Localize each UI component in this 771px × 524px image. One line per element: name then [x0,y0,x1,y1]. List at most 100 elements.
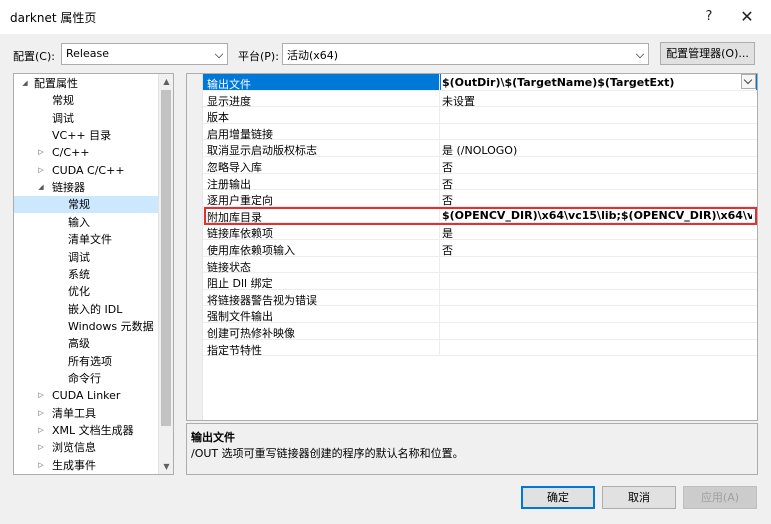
tree-item[interactable]: ▷ C/C++ [14,144,160,161]
help-button[interactable]: ? [698,7,720,27]
expand-arrow-icon[interactable]: ▷ [36,387,46,404]
config-manager-button[interactable]: 配置管理器(O)... [660,42,755,65]
description-text: /OUT 选项可重写链接器创建的程序的默认名称和位置。 [191,447,464,460]
platform-select[interactable]: 活动(x64) [282,43,649,65]
tree-item[interactable]: 清单文件 [14,231,160,248]
apply-button[interactable]: 应用(A) [683,486,757,509]
column-divider [439,190,440,206]
property-value[interactable]: 是 [442,225,752,241]
property-row[interactable]: 阻止 Dll 绑定 [203,273,757,290]
property-row[interactable]: 链接库依赖项 是 [203,223,757,240]
tree-item[interactable]: 高级 [14,335,160,352]
tree-item[interactable]: ▷ 生成事件 [14,457,160,474]
tree-item-label: 链接器 [52,181,85,195]
collapse-arrow-icon[interactable]: ◢ [20,75,30,92]
property-value[interactable]: $(OutDir)\$(TargetName)$(TargetExt) [441,74,756,90]
column-divider [439,107,440,123]
tree-item[interactable]: 嵌入的 IDL [14,301,160,318]
property-row[interactable]: 使用库依赖项输入 否 [203,240,757,257]
tree-item[interactable]: 优化 [14,283,160,300]
tree-item-label: 嵌入的 IDL [68,302,123,316]
tree-item[interactable]: ▷ CUDA Linker [14,387,160,404]
property-name: 使用库依赖项输入 [207,244,295,257]
property-name: 链接库依赖项 [207,227,273,241]
property-name: 注册输出 [207,177,251,191]
property-row[interactable]: 显示进度 未设置 [203,90,757,109]
property-row[interactable]: 附加库目录 $(OPENCV_DIR)\x64\vc15\lib;$(OPENCV… [203,206,757,224]
tree-item[interactable]: 输入 [14,214,160,231]
property-name: 版本 [207,111,229,125]
property-grid[interactable]: 输出文件 $(OutDir)\$(TargetName)$(TargetExt) 显… [186,73,758,421]
tree-item[interactable]: ▷ 清单工具 [14,405,160,422]
tree-item-label: 配置属性 [34,77,78,90]
tree-item[interactable]: 命令行 [14,370,160,387]
property-row[interactable]: 将链接器警告视为错误 [203,289,757,307]
tree-item[interactable]: ▷ 浏览信息 [14,439,160,456]
tree-item-label: 系统 [68,267,90,281]
scroll-up-icon[interactable]: ▲ [159,74,173,89]
property-row[interactable]: 链接状态 [203,256,757,274]
tree-item[interactable]: Windows 元数据 [14,318,160,335]
property-value[interactable]: $(OPENCV_DIR)\x64\vc15\lib;$(OPENCV_DIR)… [442,209,752,222]
collapse-arrow-icon[interactable]: ◢ [36,179,46,196]
scroll-down-icon[interactable]: ▼ [159,459,173,474]
tree-item[interactable]: 所有选项 [14,353,160,370]
config-select[interactable]: Release [61,43,228,65]
tree-item[interactable]: 系统 [14,266,160,283]
tree-scrollbar[interactable]: ▲ ▼ [158,74,173,474]
tree-item[interactable]: 调试 [14,249,160,266]
ok-button[interactable]: 确定 [521,486,595,509]
expand-arrow-icon[interactable]: ▷ [36,405,46,422]
property-name: 启用增量链接 [207,127,273,141]
expand-arrow-icon[interactable]: ▷ [36,162,46,179]
property-row[interactable]: 启用增量链接 [203,123,757,141]
tree-item[interactable]: ▷ XML 文档生成器 [14,422,160,439]
property-row[interactable]: 输出文件 $(OutDir)\$(TargetName)$(TargetExt) [203,74,757,91]
column-divider [439,306,440,322]
chevron-down-icon [214,49,224,59]
config-label: 配置(C): [13,50,55,63]
column-divider [439,289,440,306]
expand-arrow-icon[interactable]: ▷ [36,422,46,439]
tree-item-label: VC++ 目录 [52,129,112,143]
scroll-thumb[interactable] [161,90,171,426]
column-divider [439,223,440,239]
tree-item-label: 浏览信息 [52,441,96,455]
property-row[interactable]: 注册输出 否 [203,173,757,192]
tree-item[interactable]: 常规 [14,92,160,109]
property-value[interactable]: 否 [442,176,752,192]
column-divider [439,157,440,173]
tree-item[interactable]: VC++ 目录 [14,127,160,144]
expand-arrow-icon[interactable]: ▷ [36,144,46,161]
property-value[interactable]: 未设置 [442,93,752,109]
property-row[interactable]: 取消显示启动版权标志 是 (/NOLOGO) [203,140,757,157]
title-bar: darknet 属性页 ? ✕ [0,0,771,34]
property-value[interactable]: 否 [442,159,752,175]
tree-item[interactable]: ◢ 链接器 [14,179,160,196]
chevron-down-icon [635,49,645,59]
property-row[interactable]: 创建可热修补映像 [203,323,757,340]
expand-arrow-icon[interactable]: ▷ [36,439,46,456]
property-value[interactable]: 否 [442,192,752,208]
property-row[interactable]: 逐用户重定向 否 [203,190,757,207]
property-value[interactable]: 是 (/NOLOGO) [442,142,752,158]
property-row[interactable]: 强制文件输出 [203,306,757,323]
tree-item[interactable]: 调试 [14,110,160,127]
value-dropdown-button[interactable] [741,74,756,89]
tree-item-label: 优化 [68,285,90,299]
property-tree[interactable]: ◢ 配置属性 常规 调试 VC++ 目录 ▷ C/C++ ▷ CUDA C/C++ ◢ 链接器 常规输… [13,73,174,475]
property-row[interactable]: 版本 [203,107,757,124]
close-button[interactable]: ✕ [736,7,758,27]
cancel-button[interactable]: 取消 [602,486,676,509]
property-row[interactable]: 指定节特性 [203,339,757,357]
tree-item[interactable]: ◢ 配置属性 [14,75,160,92]
tree-item-label: Windows 元数据 [68,319,154,333]
tree-item-label: 输入 [68,215,90,229]
property-name: 逐用户重定向 [207,194,273,208]
expand-arrow-icon[interactable]: ▷ [36,457,46,474]
property-row[interactable]: 忽略导入库 否 [203,157,757,174]
tree-item[interactable]: 常规 [14,196,160,214]
tree-item[interactable]: ▷ CUDA C/C++ [14,162,160,179]
property-value[interactable]: 否 [442,242,752,258]
property-name: 显示进度 [207,94,251,108]
